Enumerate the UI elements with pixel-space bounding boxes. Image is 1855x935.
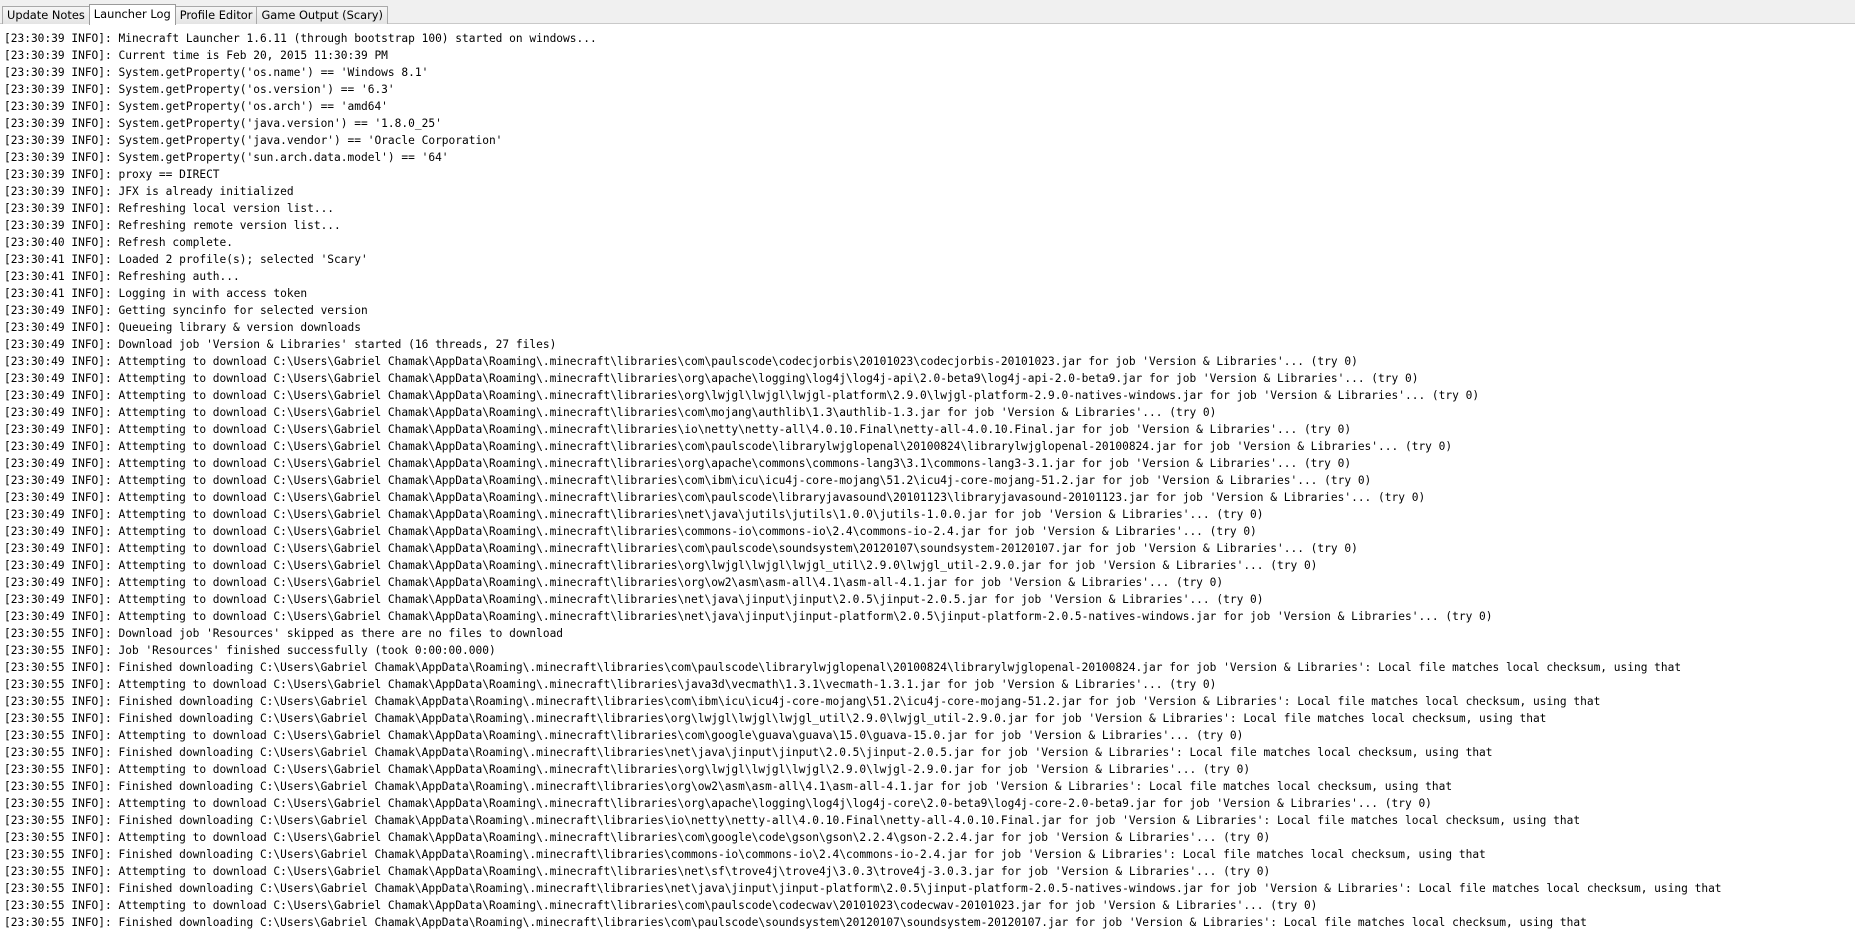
log-line: [23:30:39 INFO]: Refreshing remote versi… <box>4 219 341 232</box>
log-line: [23:30:49 INFO]: Attempting to download … <box>4 406 1217 419</box>
log-line: [23:30:49 INFO]: Attempting to download … <box>4 457 1352 470</box>
log-line: [23:30:55 INFO]: Finished downloading C:… <box>4 882 1722 895</box>
log-line: [23:30:49 INFO]: Attempting to download … <box>4 542 1358 555</box>
log-line: [23:30:39 INFO]: Current time is Feb 20,… <box>4 49 388 62</box>
log-line: [23:30:49 INFO]: Attempting to download … <box>4 610 1493 623</box>
log-line: [23:30:49 INFO]: Queueing library & vers… <box>4 321 361 334</box>
log-line: [23:30:55 INFO]: Attempting to download … <box>4 763 1251 776</box>
log-line: [23:30:41 INFO]: Logging in with access … <box>4 287 308 300</box>
log-line: [23:30:39 INFO]: System.getProperty('os.… <box>4 83 395 96</box>
log-line: [23:30:39 INFO]: Refreshing local versio… <box>4 202 335 215</box>
log-line: [23:30:39 INFO]: System.getProperty('sun… <box>4 151 449 164</box>
tab-game-output[interactable]: Game Output (Scary) <box>256 6 388 24</box>
log-line: [23:30:39 INFO]: Minecraft Launcher 1.6.… <box>4 32 597 45</box>
tab-bar: Update Notes Launcher Log Profile Editor… <box>0 0 1855 25</box>
log-line: [23:30:49 INFO]: Attempting to download … <box>4 593 1264 606</box>
log-line: [23:30:49 INFO]: Attempting to download … <box>4 355 1358 368</box>
log-line: [23:30:49 INFO]: Attempting to download … <box>4 423 1352 436</box>
log-line: [23:30:40 INFO]: Refresh complete. <box>4 236 234 249</box>
log-line: [23:30:49 INFO]: Attempting to download … <box>4 559 1318 572</box>
log-line: [23:30:55 INFO]: Finished downloading C:… <box>4 712 1547 725</box>
log-line: [23:30:49 INFO]: Attempting to download … <box>4 491 1426 504</box>
log-line: [23:30:39 INFO]: JFX is already initiali… <box>4 185 294 198</box>
tab-launcher-log[interactable]: Launcher Log <box>88 4 176 25</box>
log-line: [23:30:55 INFO]: Attempting to download … <box>4 899 1318 912</box>
log-line: [23:30:55 INFO]: Finished downloading C:… <box>4 814 1581 827</box>
log-line: [23:30:55 INFO]: Finished downloading C:… <box>4 780 1453 793</box>
log-line: [23:30:49 INFO]: Download job 'Version &… <box>4 338 557 351</box>
log-line: [23:30:55 INFO]: Attempting to download … <box>4 797 1432 810</box>
log-line: [23:30:55 INFO]: Attempting to download … <box>4 865 1271 878</box>
log-text: [23:30:39 INFO]: Minecraft Launcher 1.6.… <box>0 24 1855 931</box>
log-line: [23:30:55 INFO]: Attempting to download … <box>4 729 1244 742</box>
log-line: [23:30:55 INFO]: Finished downloading C:… <box>4 746 1493 759</box>
log-line: [23:30:39 INFO]: System.getProperty('jav… <box>4 117 442 130</box>
log-line: [23:30:49 INFO]: Getting syncinfo for se… <box>4 304 368 317</box>
log-line: [23:30:55 INFO]: Finished downloading C:… <box>4 916 1587 929</box>
log-line: [23:30:39 INFO]: System.getProperty('jav… <box>4 134 503 147</box>
log-line: [23:30:49 INFO]: Attempting to download … <box>4 525 1257 538</box>
launcher-window: Update Notes Launcher Log Profile Editor… <box>0 0 1855 935</box>
log-line: [23:30:55 INFO]: Finished downloading C:… <box>4 661 1682 674</box>
launcher-log-panel[interactable]: [23:30:39 INFO]: Minecraft Launcher 1.6.… <box>0 24 1855 935</box>
log-line: [23:30:55 INFO]: Job 'Resources' finishe… <box>4 644 496 657</box>
log-line: [23:30:39 INFO]: System.getProperty('os.… <box>4 100 388 113</box>
log-line: [23:30:49 INFO]: Attempting to download … <box>4 474 1372 487</box>
log-line: [23:30:55 INFO]: Finished downloading C:… <box>4 695 1601 708</box>
log-line: [23:30:49 INFO]: Attempting to download … <box>4 372 1419 385</box>
log-line: [23:30:49 INFO]: Attempting to download … <box>4 576 1224 589</box>
log-line: [23:30:55 INFO]: Finished downloading C:… <box>4 848 1486 861</box>
tab-list: Update Notes Launcher Log Profile Editor… <box>2 4 388 25</box>
log-line: [23:30:55 INFO]: Download job 'Resources… <box>4 627 564 640</box>
log-line: [23:30:49 INFO]: Attempting to download … <box>4 440 1453 453</box>
log-line: [23:30:41 INFO]: Loaded 2 profile(s); se… <box>4 253 368 266</box>
log-line: [23:30:49 INFO]: Attempting to download … <box>4 508 1264 521</box>
log-line: [23:30:55 INFO]: Attempting to download … <box>4 831 1271 844</box>
tab-profile-editor[interactable]: Profile Editor <box>174 6 258 24</box>
log-line: [23:30:49 INFO]: Attempting to download … <box>4 389 1480 402</box>
log-line: [23:30:55 INFO]: Attempting to download … <box>4 678 1217 691</box>
log-line: [23:30:39 INFO]: proxy == DIRECT <box>4 168 220 181</box>
log-line: [23:30:39 INFO]: System.getProperty('os.… <box>4 66 429 79</box>
tab-update-notes[interactable]: Update Notes <box>2 6 90 24</box>
log-line: [23:30:41 INFO]: Refreshing auth... <box>4 270 240 283</box>
